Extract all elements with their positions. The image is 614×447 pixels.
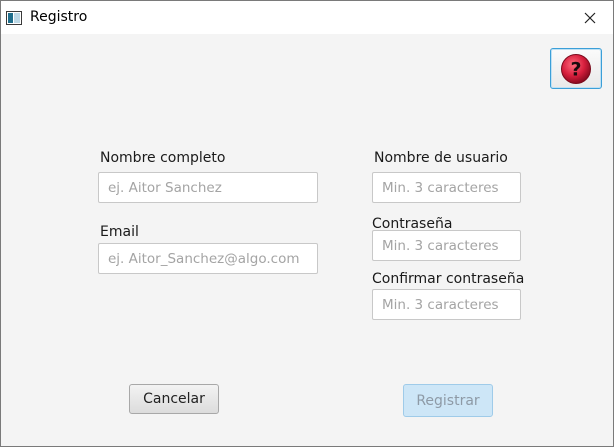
- close-icon: [584, 12, 596, 23]
- confirm-password-input[interactable]: [372, 289, 521, 320]
- cancel-button[interactable]: Cancelar: [129, 384, 219, 414]
- window-app-icon: [6, 11, 22, 25]
- username-label: Nombre de usuario: [374, 150, 508, 166]
- registro-window: Registro ? Nombre completo Email Nombre …: [0, 0, 614, 447]
- help-symbol: ?: [570, 58, 581, 80]
- email-label: Email: [100, 224, 139, 240]
- help-button[interactable]: ?: [550, 48, 602, 89]
- question-mark-icon: ?: [561, 53, 591, 84]
- window-title: Registro: [30, 9, 88, 25]
- full-name-label: Nombre completo: [100, 150, 226, 166]
- full-name-input[interactable]: [98, 172, 318, 203]
- confirm-password-label: Confirmar contraseña: [372, 271, 525, 287]
- close-button[interactable]: [567, 1, 613, 34]
- title-bar[interactable]: Registro: [1, 1, 613, 34]
- username-input[interactable]: [372, 172, 521, 203]
- email-input[interactable]: [98, 243, 318, 274]
- register-button[interactable]: Registrar: [403, 384, 493, 417]
- password-input[interactable]: [372, 230, 521, 261]
